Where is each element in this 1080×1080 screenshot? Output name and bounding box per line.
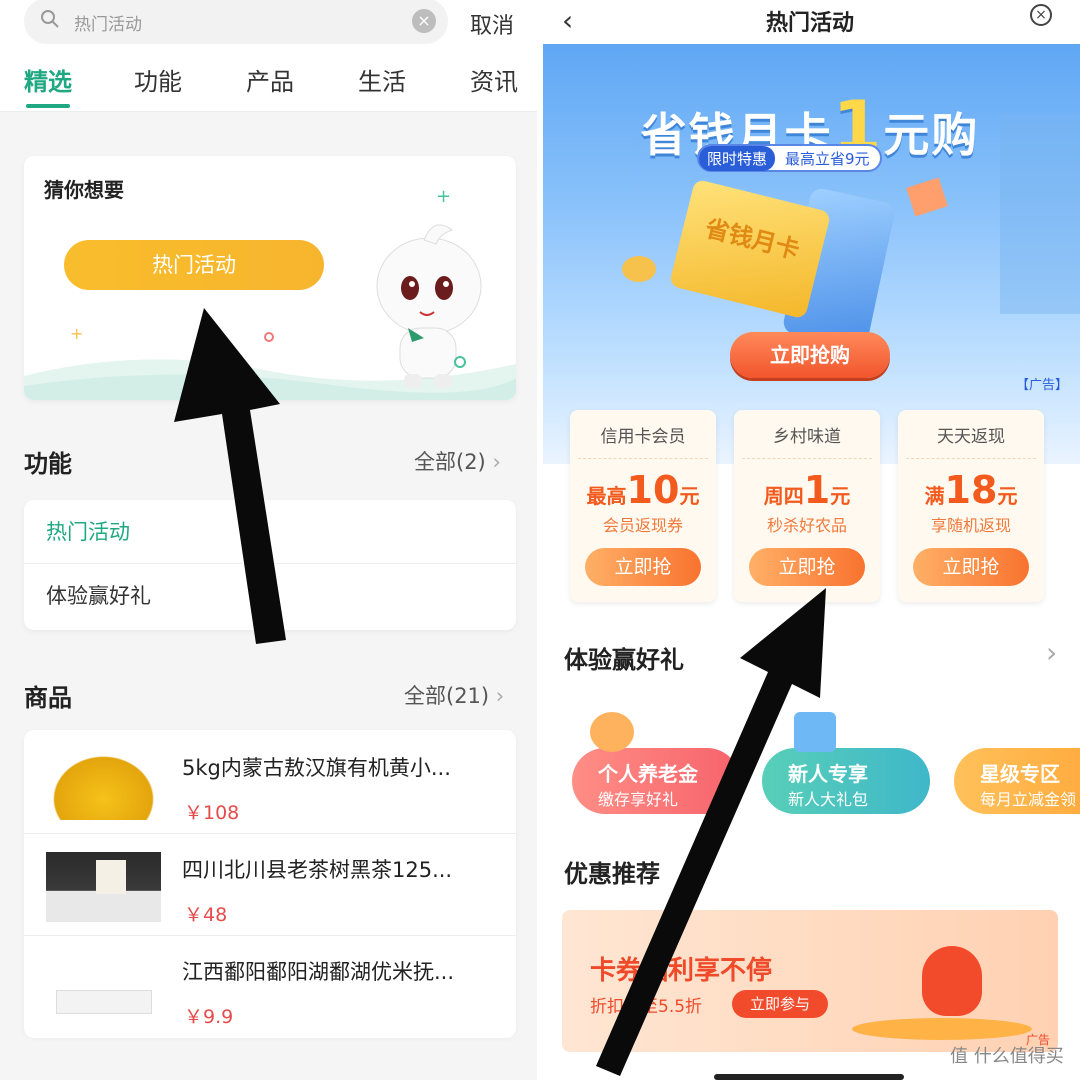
- coupon-unit: 元: [997, 484, 1018, 508]
- coupon-prefix: 周四: [763, 484, 804, 508]
- chevron-right-icon: ›: [492, 450, 501, 474]
- grab-button[interactable]: 立即抢: [913, 548, 1029, 586]
- star-zone-card[interactable]: 星级专区 每月立减金领: [954, 748, 1080, 814]
- screenshot-collage: 热门活动 × 取消 精选 功能 产品 生活 资讯 猜你想要 热门活动 + + 功…: [0, 0, 1080, 1080]
- coupon-value: 最高10元: [570, 468, 716, 512]
- monthly-card-banner[interactable]: 省钱月卡1元购 限时特惠 最高立省9元 省钱月卡 立即抢购 【广告】: [540, 44, 1080, 464]
- panel-divider: [537, 0, 543, 1080]
- search-icon: [41, 10, 59, 28]
- banner-tags: 限时特惠 最高立省9元: [697, 144, 882, 172]
- plus-decoration: +: [70, 324, 84, 343]
- nav-bar: ‹ 热门活动 ×: [540, 0, 1080, 44]
- coupon-card[interactable]: 信用卡会员 最高10元 会员返现券 立即抢: [570, 410, 716, 602]
- close-icon[interactable]: ×: [1030, 4, 1052, 26]
- tab-featured[interactable]: 精选: [24, 62, 72, 97]
- tab-products[interactable]: 产品: [246, 62, 294, 97]
- goods-name: 四川北川县老茶树黑茶125...: [182, 858, 453, 882]
- ad-label: 【广告】: [1015, 378, 1068, 393]
- coupon-amount: 10: [626, 468, 680, 512]
- tab-functions[interactable]: 功能: [134, 62, 182, 97]
- coupon-name: 乡村味道: [773, 427, 841, 447]
- millet-image: [46, 750, 161, 820]
- search-results-screen: 热门活动 × 取消 精选 功能 产品 生活 资讯 猜你想要 热门活动 + + 功…: [0, 0, 540, 1080]
- annotation-arrow: [596, 588, 826, 1076]
- coupon-value: 满18元: [898, 468, 1044, 512]
- circle-decoration: [454, 356, 466, 368]
- active-tab-indicator: [26, 104, 70, 108]
- goods-price: ￥108: [184, 802, 240, 824]
- coupon-desc: 秒杀好农品: [766, 516, 847, 535]
- clear-icon[interactable]: ×: [412, 9, 436, 33]
- goods-name: 5kg内蒙古敖汉旗有机黄小...: [182, 756, 451, 780]
- coupon-unit: 元: [679, 484, 700, 508]
- chevron-right-icon: ›: [495, 684, 505, 708]
- envelope-decoration: [906, 177, 948, 217]
- hot-activity-screen: ‹ 热门活动 × 省钱月卡1元购 限时特惠 最高立省9元 省钱月卡 立即抢购 【…: [540, 0, 1080, 1080]
- search-bar: 热门活动 × 取消: [0, 0, 540, 48]
- coupon-separator: [578, 458, 708, 459]
- max-saving-tag: 最高立省9元: [785, 149, 870, 168]
- goods-title: 商品: [24, 684, 72, 712]
- black-tea-image: [46, 852, 161, 922]
- home-indicator: [714, 1074, 904, 1080]
- cancel-button[interactable]: 取消: [470, 8, 514, 40]
- goods-price: ￥9.9: [184, 1006, 234, 1028]
- goods-more-link[interactable]: 全部(21) ›: [404, 680, 504, 710]
- star-zone-subtitle: 每月立减金领: [980, 790, 1077, 809]
- functions-more-link[interactable]: 全部(2) ›: [414, 446, 501, 476]
- star-zone-title: 星级专区: [980, 762, 1060, 786]
- coupon-separator: [906, 458, 1036, 459]
- coupon-name: 信用卡会员: [600, 427, 686, 447]
- mascot-image: [376, 224, 482, 388]
- coupon-name: 天天返现: [937, 427, 1005, 447]
- goods-price: ￥48: [184, 904, 228, 926]
- category-tabs: 精选 功能 产品 生活 资讯: [0, 48, 540, 112]
- coupon-card[interactable]: 乡村味道 周四1元 秒杀好农品 立即抢: [734, 410, 880, 602]
- goods-item[interactable]: 四川北川县老茶树黑茶125... ￥48: [24, 834, 516, 936]
- functions-title: 功能: [24, 450, 72, 478]
- chevron-right-icon[interactable]: ›: [1046, 636, 1057, 669]
- goods-more-label: 全部(21): [404, 684, 490, 708]
- coupon-desc: 会员返现券: [602, 516, 683, 535]
- tab-news[interactable]: 资讯: [470, 62, 518, 97]
- coupon-unit: 元: [830, 484, 851, 508]
- coupon-value: 周四1元: [734, 468, 880, 512]
- search-input[interactable]: 热门活动 ×: [24, 0, 448, 44]
- plus-decoration: +: [436, 186, 452, 207]
- watermark: 值 什么值得买: [950, 1046, 1064, 1067]
- goods-item[interactable]: 5kg内蒙古敖汉旗有机黄小... ￥108: [24, 732, 516, 834]
- coupon-prefix: 满: [924, 484, 945, 508]
- coin-decoration: [622, 256, 656, 282]
- search-query: 热门活动: [74, 15, 142, 35]
- annotation-arrow: [174, 308, 286, 644]
- goods-item[interactable]: 江西鄱阳鄱阳湖鄱湖优米抚... ￥9.9: [24, 936, 516, 1038]
- buy-now-button[interactable]: 立即抢购: [730, 332, 890, 378]
- rice-package-image: [46, 954, 161, 1024]
- hot-activity-button[interactable]: 热门活动: [64, 240, 324, 290]
- guess-title: 猜你想要: [44, 178, 124, 202]
- goods-name: 江西鄱阳鄱阳湖鄱湖优米抚...: [182, 960, 455, 984]
- coupon-separator: [742, 458, 872, 459]
- coupon-desc: 享随机返现: [930, 516, 1011, 535]
- tab-life[interactable]: 生活: [358, 62, 406, 97]
- money-bag-icon: [922, 946, 982, 1016]
- coupon-card[interactable]: 天天返现 满18元 享随机返现 立即抢: [898, 410, 1044, 602]
- coupon-amount: 1: [803, 468, 831, 512]
- limited-offer-tag: 限时特惠: [699, 145, 776, 171]
- coupon-prefix: 最高: [586, 484, 627, 508]
- coupon-amount: 18: [944, 468, 998, 512]
- money-card-illustration: 省钱月卡: [668, 178, 832, 320]
- banner-title-post: 元购: [883, 108, 980, 162]
- page-title: 热门活动: [765, 11, 854, 36]
- functions-more-label: 全部(2): [414, 450, 486, 474]
